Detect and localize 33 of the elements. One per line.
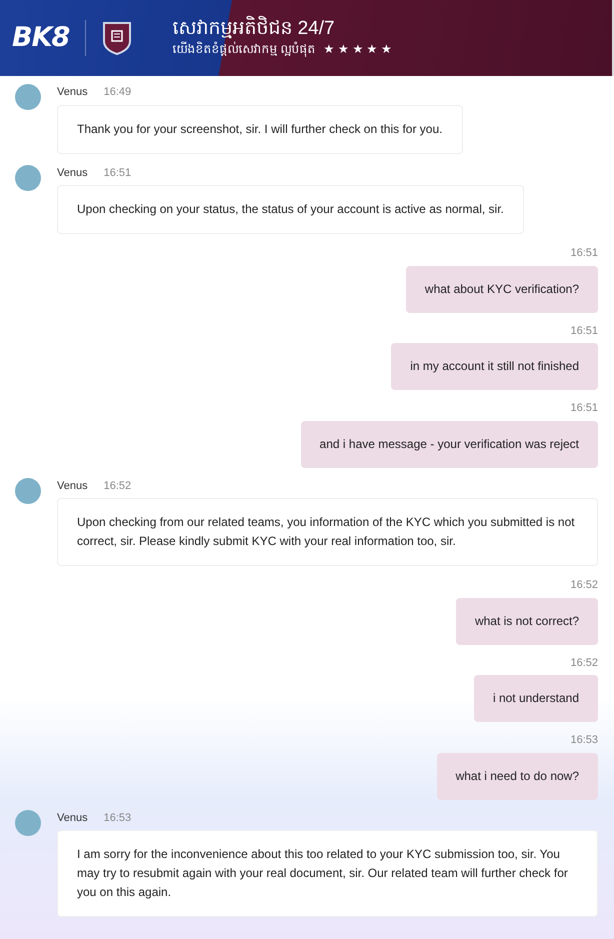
message-time: 16:53 [104, 810, 132, 826]
sender-name: Venus [57, 166, 88, 180]
avatar-placeholder [15, 164, 41, 190]
message-bubble: what i need to do now? [436, 752, 598, 800]
sender-name: Venus [57, 478, 88, 494]
message-bubble: Upon checking on your status, the status of your account is active as normal, sir. [57, 185, 524, 234]
rating-stars: ★ ★ ★ ★ ★ [324, 41, 392, 58]
sender-name: Venus [57, 85, 88, 100]
logo-text: BK8 [12, 20, 70, 55]
message-bubble: what about KYC verification? [406, 266, 598, 312]
message-bubble: what is not correct? [456, 598, 598, 644]
message-time: 16:49 [104, 85, 132, 100]
message-bubble: and i have message - your verification was reject [300, 420, 598, 468]
message-time: 16:52 [570, 578, 598, 593]
header-title: សេវាកម្មអតិថិជន 24/7 [172, 18, 336, 40]
avatar-placeholder [15, 810, 41, 836]
header-subtitle: យើងខិតខំផ្តល់សេវាកម្ម ល្អបំផុត [172, 40, 316, 58]
sender-name: Venus [57, 810, 88, 826]
message-bubble: in my account it still not finished [391, 343, 598, 390]
message-time: 16:51 [570, 324, 598, 338]
message-time: 16:51 [570, 401, 598, 416]
message-bubble: I am sorry for the inconvenience about this too related to your KYC submission too, sir. You may try to resubmit again with your real document, sir. Our related team will further check for you on this again. [57, 830, 598, 917]
message-bubble: i not understand [474, 675, 598, 722]
message-time: 16:51 [104, 166, 132, 180]
shield-icon [102, 21, 132, 55]
avatar-placeholder [15, 84, 41, 110]
message-bubble: Upon checking from our related teams, you information of the KYC which you submitted is not correct, sir. Please kindly submit KYC with your real information too, sir. [57, 498, 598, 566]
message-time: 16:51 [570, 246, 598, 261]
message-time: 16:52 [570, 656, 598, 670]
message-bubble: Thank you for your screenshot, sir. I will further check on this for you. [57, 104, 462, 154]
message-time: 16:53 [570, 733, 598, 748]
avatar-placeholder [15, 478, 41, 504]
message-time: 16:52 [104, 478, 132, 494]
